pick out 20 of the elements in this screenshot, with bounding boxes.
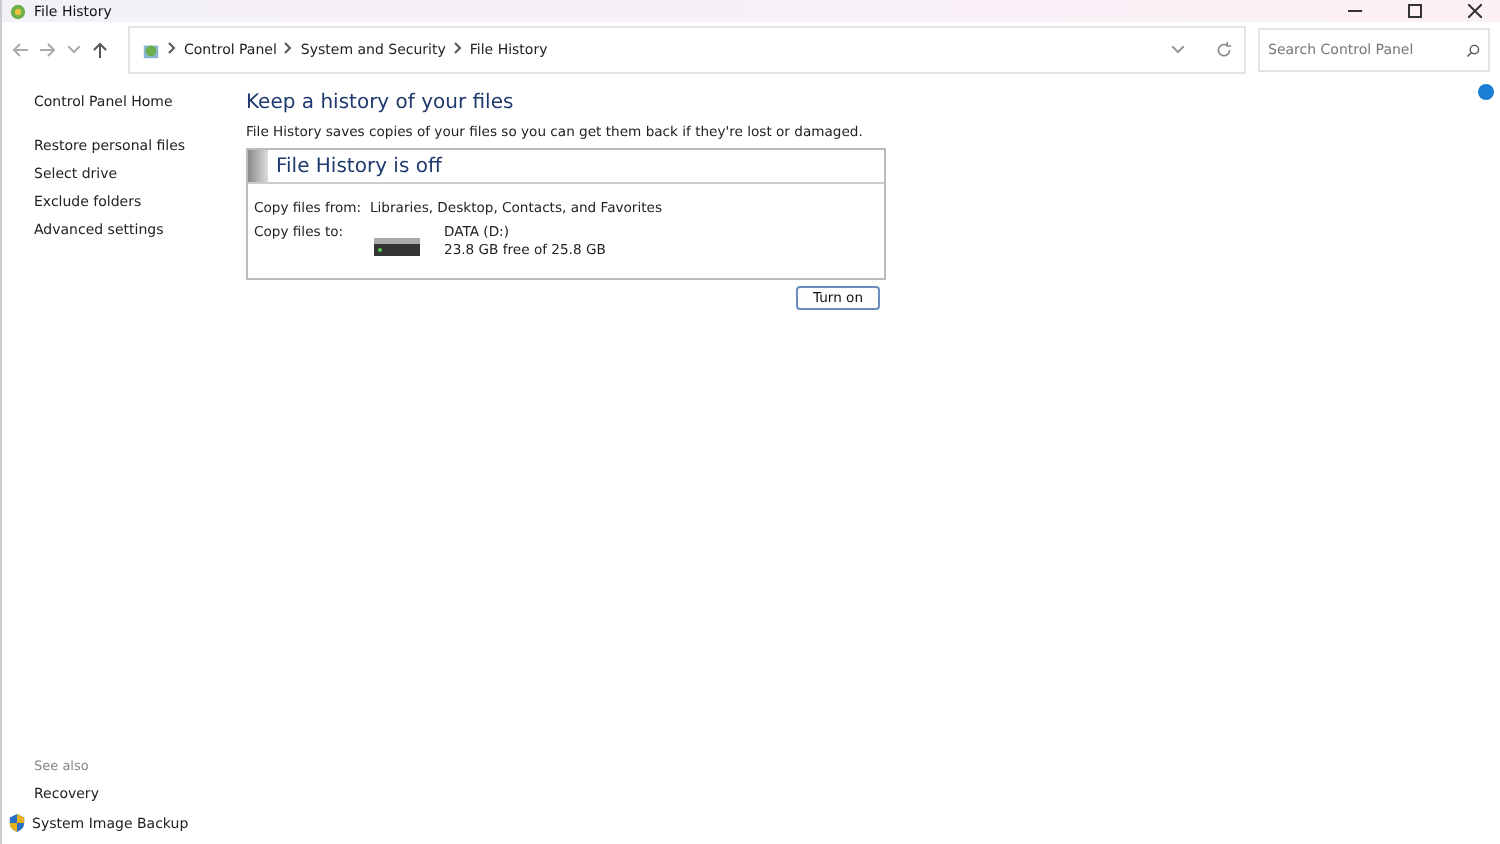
forward-arrow-icon[interactable] <box>40 42 56 58</box>
shield-icon <box>8 814 26 832</box>
close-icon[interactable] <box>1467 4 1481 18</box>
search-icon <box>1466 43 1480 57</box>
chevron-down-icon[interactable] <box>1172 46 1184 54</box>
page-heading: Keep a history of your files <box>246 92 516 114</box>
up-arrow-icon[interactable] <box>92 42 108 58</box>
maximize-icon[interactable] <box>1407 4 1421 18</box>
chevron-right-icon <box>168 42 176 58</box>
header-gradient <box>248 150 268 182</box>
hard-drive-icon <box>374 238 420 256</box>
chevron-down-icon[interactable] <box>68 46 80 54</box>
minimize-icon[interactable] <box>1347 4 1361 18</box>
control-panel-icon <box>142 41 160 59</box>
back-arrow-icon[interactable] <box>12 42 28 58</box>
status-title: File History is off <box>276 155 442 177</box>
app-icon <box>10 3 26 19</box>
refresh-icon[interactable] <box>1216 42 1232 58</box>
chevron-right-icon <box>284 42 293 58</box>
chevron-right-icon <box>453 42 462 58</box>
